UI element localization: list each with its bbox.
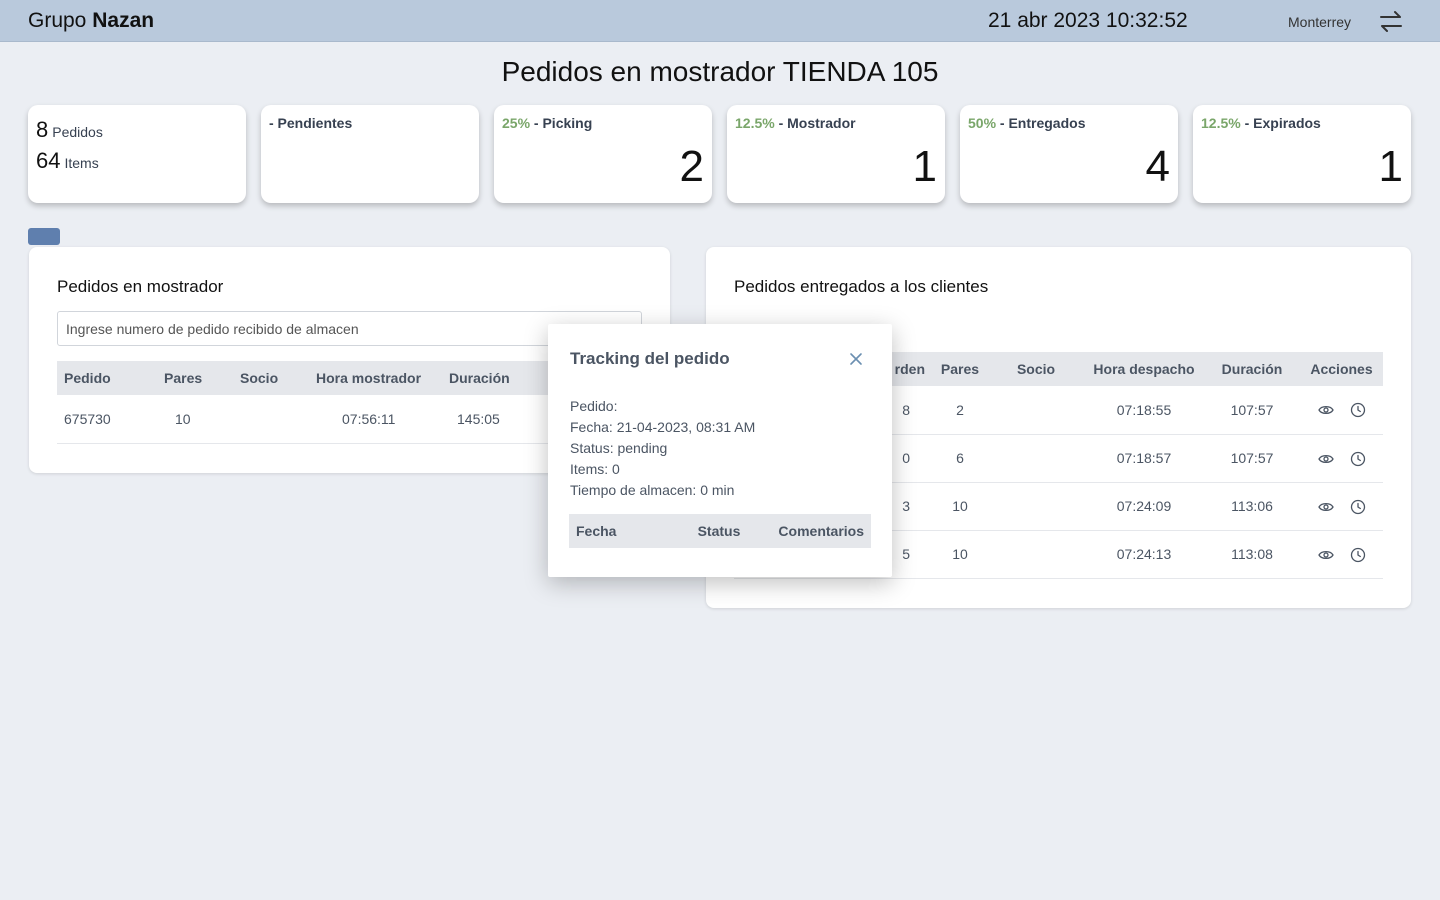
eye-icon[interactable] bbox=[1317, 499, 1334, 515]
col-pares[interactable]: Pares bbox=[157, 361, 233, 395]
card-label: - Pendientes bbox=[269, 115, 353, 131]
card-pct: 12.5% bbox=[1201, 115, 1241, 131]
swap-arrows-icon[interactable] bbox=[1378, 9, 1404, 33]
cell-acciones bbox=[1300, 482, 1383, 531]
eye-icon[interactable] bbox=[1317, 402, 1334, 418]
cell-pares: 10 bbox=[157, 395, 233, 444]
cell-socio bbox=[988, 530, 1084, 579]
cell-duracion: 113:08 bbox=[1204, 530, 1300, 579]
cell-pedido: 675730 bbox=[57, 395, 157, 444]
pedidos-summary: 8 Pedidos bbox=[36, 117, 103, 143]
items-count: 64 bbox=[36, 148, 61, 173]
col-hora-mostrador[interactable]: Hora mostrador bbox=[309, 361, 442, 395]
card-value: 1 bbox=[1378, 142, 1403, 191]
modal-fecha: Fecha: 21-04-2023, 08:31 AM bbox=[570, 419, 756, 435]
cell-hora: 07:18:55 bbox=[1084, 386, 1204, 435]
col-comentarios: Comentarios bbox=[769, 514, 871, 548]
card-entregados[interactable]: 50% - Entregados 4 bbox=[960, 105, 1178, 203]
col-fecha: Fecha bbox=[569, 514, 669, 548]
cell-socio bbox=[988, 434, 1084, 483]
cell-hora: 07:56:11 bbox=[309, 395, 442, 444]
modal-details: Pedido: Fecha: 21-04-2023, 08:31 AM Stat… bbox=[570, 396, 755, 501]
cell-duracion: 107:57 bbox=[1204, 386, 1300, 435]
eye-icon[interactable] bbox=[1317, 451, 1334, 467]
card-label: - Mostrador bbox=[774, 115, 856, 131]
modal-pedido: Pedido: bbox=[570, 398, 618, 414]
cell-duracion: 145:05 bbox=[442, 395, 542, 444]
cell-hora: 07:24:13 bbox=[1084, 530, 1204, 579]
cell-pares: 6 bbox=[932, 434, 988, 483]
col-socio[interactable]: Socio bbox=[988, 352, 1084, 386]
col-acciones: Acciones bbox=[1300, 352, 1383, 386]
card-label: - Entregados bbox=[996, 115, 1086, 131]
modal-tiempo: Tiempo de almacen: 0 min bbox=[570, 482, 735, 498]
card-label: - Picking bbox=[530, 115, 593, 131]
cell-duracion: 107:57 bbox=[1204, 434, 1300, 483]
cell-duracion: 113:06 bbox=[1204, 482, 1300, 531]
cell-pares: 10 bbox=[932, 530, 988, 579]
col-status: Status bbox=[669, 514, 769, 548]
cell-socio bbox=[988, 482, 1084, 531]
clock-icon[interactable] bbox=[1350, 499, 1366, 515]
col-pedido[interactable]: Pedido bbox=[57, 361, 157, 395]
col-duracion[interactable]: Duración bbox=[442, 361, 542, 395]
items-label: Items bbox=[64, 155, 99, 171]
panel-title: Pedidos en mostrador bbox=[57, 277, 224, 296]
card-pct: 12.5% bbox=[735, 115, 775, 131]
card-pct: 50% bbox=[968, 115, 997, 131]
pedidos-count: 8 bbox=[36, 117, 49, 142]
cell-pares: 2 bbox=[932, 386, 988, 435]
datetime-display: 21 abr 2023 10:32:52 bbox=[988, 9, 1188, 32]
card-pendientes[interactable]: - Pendientes bbox=[261, 105, 479, 203]
card-picking[interactable]: 25% - Picking 2 bbox=[494, 105, 712, 203]
city-label: Monterrey bbox=[1288, 14, 1352, 30]
modal-items: Items: 0 bbox=[570, 461, 620, 477]
clock-icon[interactable] bbox=[1350, 547, 1366, 563]
panel-title: Pedidos entregados a los clientes bbox=[734, 277, 989, 296]
col-socio[interactable]: Socio bbox=[233, 361, 309, 395]
cell-acciones bbox=[1300, 386, 1383, 435]
cell-acciones bbox=[1300, 530, 1383, 579]
col-pares[interactable]: Pares bbox=[932, 352, 988, 386]
card-mostrador[interactable]: 12.5% - Mostrador 1 bbox=[727, 105, 945, 203]
card-label: - Expirados bbox=[1240, 115, 1321, 131]
top-bar: Grupo Nazan 21 abr 2023 10:32:52 Monterr… bbox=[0, 0, 1440, 42]
clock-icon[interactable] bbox=[1350, 402, 1366, 418]
brand-prefix: Grupo bbox=[28, 9, 87, 32]
card-expirados[interactable]: 12.5% - Expirados 1 bbox=[1193, 105, 1411, 203]
toggle-tab[interactable] bbox=[28, 228, 60, 245]
card-value: 2 bbox=[679, 142, 704, 191]
tracking-modal: Tracking del pedido Pedido: Fecha: 21-04… bbox=[548, 324, 892, 577]
col-duracion[interactable]: Duración bbox=[1204, 352, 1300, 386]
card-value: 1 bbox=[912, 142, 937, 191]
close-icon[interactable] bbox=[848, 351, 864, 367]
col-hora-despacho[interactable]: Hora despacho bbox=[1084, 352, 1204, 386]
table-header-row: Fecha Status Comentarios bbox=[569, 514, 871, 548]
cell-pares: 10 bbox=[932, 482, 988, 531]
cell-hora: 07:24:09 bbox=[1084, 482, 1204, 531]
summary-card: 8 Pedidos 64 Items bbox=[28, 105, 246, 203]
eye-icon[interactable] bbox=[1317, 547, 1334, 563]
cell-acciones bbox=[1300, 434, 1383, 483]
cell-hora: 07:18:57 bbox=[1084, 434, 1204, 483]
tracking-table: Fecha Status Comentarios bbox=[569, 514, 871, 548]
brand: Grupo Nazan bbox=[28, 9, 154, 33]
items-summary: 64 Items bbox=[36, 148, 99, 174]
cell-socio bbox=[988, 386, 1084, 435]
brand-name: Nazan bbox=[92, 9, 155, 32]
cell-socio bbox=[233, 395, 309, 444]
card-value: 4 bbox=[1145, 142, 1170, 191]
modal-title: Tracking del pedido bbox=[570, 349, 730, 368]
clock-icon[interactable] bbox=[1350, 451, 1366, 467]
modal-status: Status: pending bbox=[570, 440, 668, 456]
card-pct: 25% bbox=[502, 115, 531, 131]
pedidos-label: Pedidos bbox=[52, 124, 103, 140]
page-title: Pedidos en mostrador TIENDA 105 bbox=[501, 56, 939, 87]
